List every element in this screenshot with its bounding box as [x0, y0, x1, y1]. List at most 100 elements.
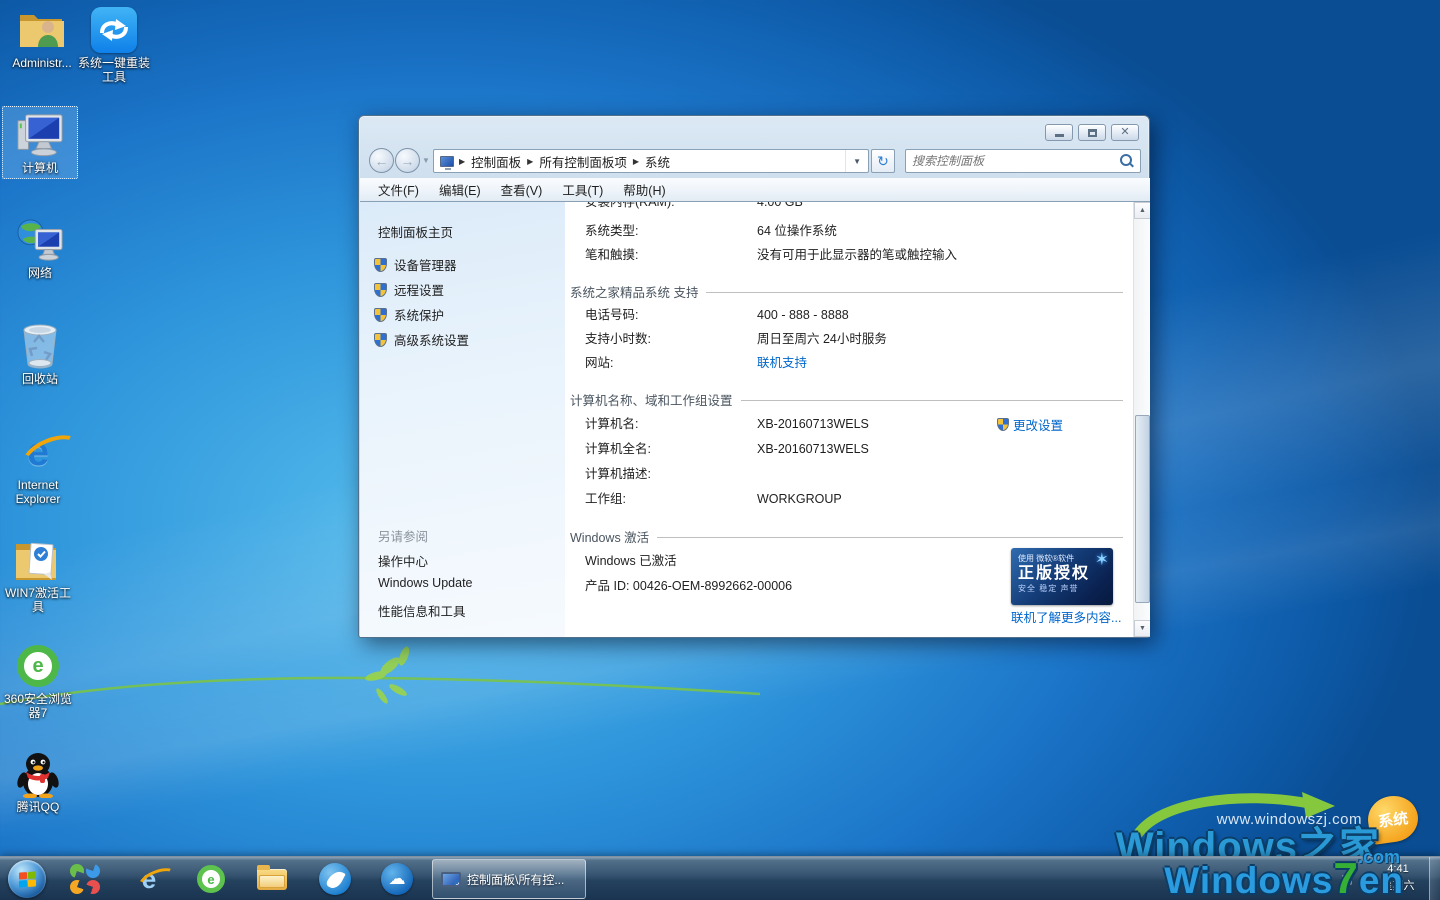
address-dropdown-icon[interactable]: ▼ [845, 150, 868, 172]
workgroup-value: WORKGROUP [757, 492, 842, 507]
taskbar-360-browser-icon[interactable]: e [194, 862, 228, 896]
activation-status: Windows 已激活 [585, 554, 677, 569]
breadcrumb-separator-icon: ▶ [526, 157, 534, 166]
sidebar-item-windows-update[interactable]: Windows Update [378, 576, 473, 590]
watermark-arrow-graphic [1130, 784, 1340, 840]
menu-tools[interactable]: 工具(T) [552, 177, 613, 202]
action-center-flag-icon[interactable]: ⚑ [1323, 872, 1334, 886]
maximize-button[interactable] [1078, 124, 1106, 141]
breadcrumb-control-panel[interactable]: 控制面板 [466, 152, 526, 171]
search-box[interactable] [905, 149, 1141, 173]
uac-shield-icon [374, 258, 387, 272]
section-title: Windows 激活 [570, 527, 649, 546]
maximize-icon [1088, 129, 1097, 137]
uac-shield-icon [374, 283, 387, 297]
watermark-badge: 系统 [1365, 793, 1421, 846]
taskbar-clock[interactable]: 4:41 星期六 [1372, 861, 1424, 895]
recent-pages-dropdown[interactable]: ▼ [422, 156, 430, 165]
desktop-icon-internet-explorer[interactable]: e Internet Explorer [0, 428, 76, 506]
sidebar-item-device-manager[interactable]: 设备管理器 [374, 255, 457, 274]
sidebar-item-label: 系统保护 [394, 305, 444, 324]
scroll-down-arrow[interactable]: ▼ [1134, 620, 1150, 637]
taskbar-internet-explorer-icon[interactable]: e [132, 862, 166, 896]
breadcrumb-separator-icon: ▶ [458, 157, 466, 166]
desktop-icon-qq[interactable]: 腾讯QQ [0, 750, 76, 814]
sidebar-item-advanced-settings[interactable]: 高级系统设置 [374, 330, 469, 349]
close-button[interactable]: ✕ [1111, 124, 1139, 141]
desktop-icon-network[interactable]: 网络 [2, 216, 78, 280]
internet-explorer-icon: e [14, 428, 62, 476]
refresh-button[interactable]: ↻ [871, 149, 895, 173]
show-desktop-button[interactable] [1429, 857, 1440, 900]
cloud-browser-icon: ☁ [381, 863, 413, 895]
computer-description-row: 计算机描述: [565, 467, 1133, 482]
system-type-row: 系统类型: 64 位操作系统 [565, 224, 1133, 239]
network-icon[interactable]: ▥ [1341, 872, 1352, 886]
sidebar-item-performance[interactable]: 性能信息和工具 [378, 601, 466, 620]
search-input[interactable] [906, 154, 1118, 168]
desktop-icon-label: 网络 [2, 266, 78, 280]
window-title-bar[interactable]: ✕ [359, 116, 1149, 146]
menu-file[interactable]: 文件(F) [368, 177, 429, 202]
search-icon[interactable] [1118, 153, 1134, 169]
minimize-button[interactable] [1045, 124, 1073, 141]
internet-explorer-icon: e [142, 866, 156, 892]
ram-row: 安装内存(RAM): 4.00 GB [565, 201, 1133, 210]
online-support-link[interactable]: 联机支持 [757, 356, 807, 371]
desktop-icon-win7-activator[interactable]: WIN7激活工具 [0, 536, 76, 614]
pen-touch-value: 没有可用于此显示器的笔或触控输入 [757, 248, 957, 263]
vertical-scrollbar[interactable]: ▲ ▼ [1133, 202, 1150, 637]
computer-name-value: XB-20160713WELS [757, 417, 869, 432]
desktop-icon-computer[interactable]: 计算机 [2, 106, 78, 179]
folder-icon [257, 869, 287, 890]
desktop-icon-administrator[interactable]: Administr... [4, 6, 80, 70]
active-task-button[interactable]: 控制面板\所有控... [432, 859, 586, 899]
desktop-icon-360-browser[interactable]: e 360安全浏览器7 [0, 642, 76, 720]
sidebar-item-label: 远程设置 [394, 280, 444, 299]
forward-button[interactable]: → [395, 148, 420, 173]
volume-icon[interactable]: ◁ [1361, 872, 1370, 886]
menu-view[interactable]: 查看(V) [491, 177, 553, 202]
breadcrumb-system[interactable]: 系统 [640, 152, 675, 171]
four-crescents-icon [70, 864, 100, 894]
window-content: 控制面板主页 设备管理器 远程设置 系统保护 高级系统设置 另请参阅 操作中心 … [360, 201, 1150, 637]
full-computer-name-label: 计算机全名: [585, 442, 651, 457]
clock-time: 4:41 [1372, 861, 1424, 878]
taskbar-explorer-icon[interactable] [255, 862, 289, 896]
taskbar-reinstall-app-icon[interactable] [68, 862, 102, 896]
address-bar[interactable]: ▶ 控制面板 ▶ 所有控制面板项 ▶ 系统 ▼ [433, 149, 869, 173]
breadcrumb-all-items[interactable]: 所有控制面板项 [534, 152, 632, 171]
genuine-software-badge[interactable]: ✶ 使用 微软®软件 正版授权 安全 稳定 声誉 [1011, 548, 1113, 605]
menu-edit[interactable]: 编辑(E) [429, 177, 491, 202]
computer-icon [16, 111, 64, 159]
feather-browser-icon [319, 863, 351, 895]
desktop-icon-label: 计算机 [3, 161, 77, 175]
learn-more-online-link[interactable]: 联机了解更多内容... [1011, 611, 1121, 626]
change-settings-link[interactable]: 更改设置 [997, 415, 1063, 434]
change-settings-label[interactable]: 更改设置 [1013, 415, 1063, 434]
desktop-icon-label: 腾讯QQ [0, 800, 76, 814]
desktop-icon-reinstall-tool[interactable]: 系统一键重装工具 [76, 6, 152, 84]
desktop-icon-recycle-bin[interactable]: 回收站 [2, 322, 78, 386]
qq-penguin-icon [14, 750, 62, 798]
scrollbar-thumb[interactable] [1135, 415, 1150, 603]
breadcrumb-separator-icon: ▶ [632, 157, 640, 166]
win7-activator-icon [14, 536, 62, 584]
sidebar-item-control-panel-home[interactable]: 控制面板主页 [378, 222, 453, 241]
menu-bar: 文件(F) 编辑(E) 查看(V) 工具(T) 帮助(H) [360, 178, 1150, 201]
taskbar-cloud-browser-icon[interactable]: ☁ [380, 862, 414, 896]
taskbar-feather-browser-icon[interactable] [318, 862, 352, 896]
full-computer-name-row: 计算机全名: XB-20160713WELS [565, 442, 1133, 457]
support-hours-label: 支持小时数: [585, 332, 651, 347]
sidebar-item-remote-settings[interactable]: 远程设置 [374, 280, 444, 299]
computer-description-label: 计算机描述: [585, 467, 651, 482]
badge-line2: 正版授权 [1018, 564, 1106, 583]
menu-help[interactable]: 帮助(H) [613, 177, 675, 202]
sidebar-item-system-protection[interactable]: 系统保护 [374, 305, 444, 324]
scroll-up-arrow[interactable]: ▲ [1134, 202, 1150, 219]
back-button[interactable]: ← [369, 148, 394, 173]
start-button[interactable] [8, 860, 46, 898]
phone-value: 400 - 888 - 8888 [757, 308, 849, 323]
badge-line3: 安全 稳定 声誉 [1018, 583, 1106, 594]
sidebar-item-action-center[interactable]: 操作中心 [378, 551, 428, 570]
